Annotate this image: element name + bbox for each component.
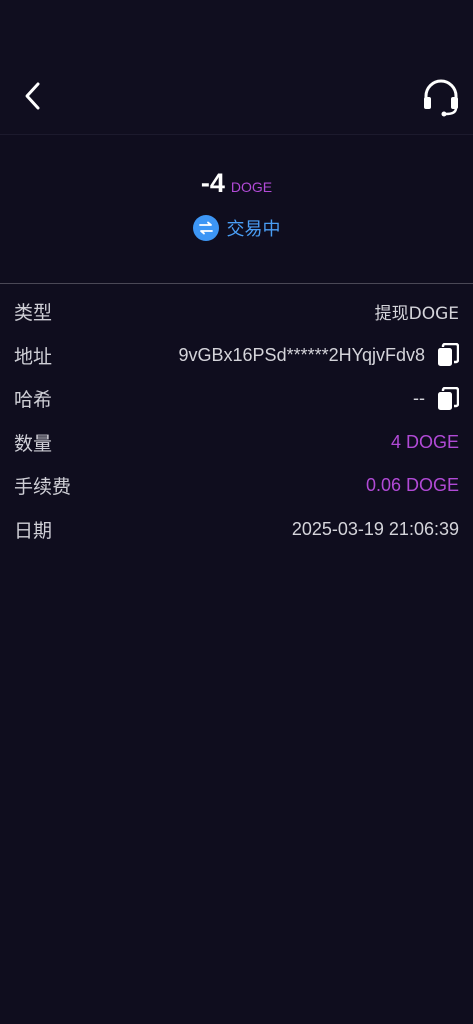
- hash-label: 哈希: [14, 389, 53, 412]
- amount-value: -4: [200, 168, 225, 198]
- date-value: 2025-03-19 21:06:39: [291, 518, 459, 539]
- transaction-summary: -4 DOGE 交易中: [0, 135, 473, 283]
- detail-row-date: 日期 2025-03-19 21:06:39: [0, 508, 473, 552]
- address-label: 地址: [14, 345, 53, 368]
- amount-unit: DOGE: [230, 179, 273, 195]
- customer-support-button[interactable]: [418, 74, 464, 120]
- headset-icon: [424, 79, 458, 117]
- status-indicator: 交易中: [0, 215, 473, 241]
- chevron-left-icon: [25, 82, 40, 110]
- quantity-value: 4 DOGE: [390, 431, 459, 452]
- type-label: 类型: [14, 302, 53, 325]
- detail-row-type: 类型 提现DOGE: [0, 290, 473, 334]
- date-label: 日期: [14, 519, 53, 542]
- section-divider: [0, 283, 473, 284]
- detail-row-fee: 手续费 0.06 DOGE: [0, 464, 473, 508]
- address-value: 9vGBx16PSd******2HYqjvFdv8: [178, 344, 425, 365]
- status-text: 交易中: [226, 219, 281, 240]
- detail-row-quantity: 数量 4 DOGE: [0, 421, 473, 465]
- copy-address-button[interactable]: [437, 343, 459, 367]
- copy-icon: [438, 343, 459, 367]
- copy-icon: [438, 386, 459, 410]
- fee-label: 手续费: [14, 476, 72, 499]
- exchange-icon: [192, 215, 219, 241]
- fee-value: 0.06 DOGE: [365, 475, 459, 496]
- copy-hash-button[interactable]: [437, 386, 459, 411]
- detail-row-hash: 哈希 --: [0, 377, 473, 421]
- transaction-details: 类型 提现DOGE 地址 9vGBx16PSd******2HYqjvFdv8 …: [0, 290, 473, 551]
- detail-row-address: 地址 9vGBx16PSd******2HYqjvFdv8: [0, 334, 473, 378]
- amount-display: -4 DOGE: [0, 165, 473, 205]
- type-value: 提现DOGE: [374, 304, 459, 325]
- quantity-label: 数量: [14, 432, 53, 455]
- hash-value: --: [413, 388, 425, 409]
- top-nav-bar: [0, 0, 473, 135]
- back-button[interactable]: [18, 78, 48, 114]
